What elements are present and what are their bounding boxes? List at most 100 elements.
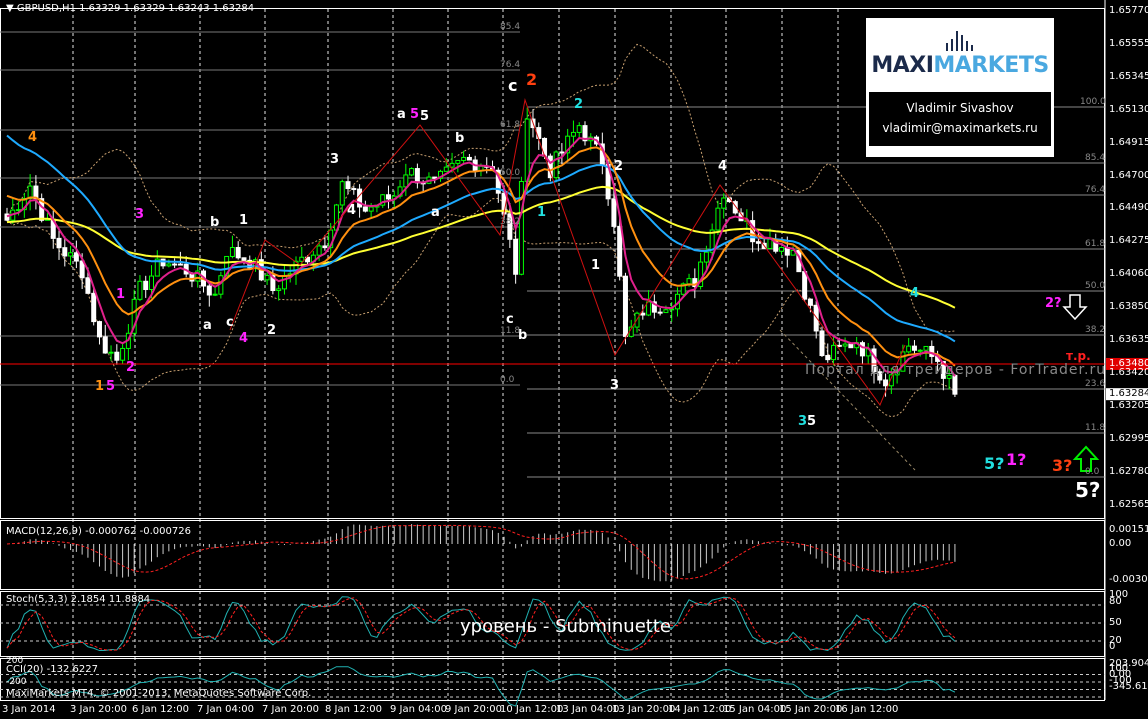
candle-body	[461, 156, 467, 161]
time-axis-label: 9 Jan 20:00	[445, 704, 502, 715]
candle-body	[703, 251, 709, 263]
candle-body	[807, 298, 813, 306]
wave-label: 4	[347, 203, 357, 218]
candle-body	[316, 245, 322, 256]
candle-body	[611, 198, 617, 227]
candle-body	[883, 379, 889, 387]
wave-label: 5	[807, 414, 817, 429]
down-arrow-icon	[1062, 294, 1088, 321]
author-email: vladimir@maximarkets.ru	[882, 121, 1038, 135]
candle-body	[166, 263, 172, 267]
time-axis-label: 16 Jan 12:00	[835, 704, 899, 715]
candle-body	[345, 181, 351, 190]
candle-body	[570, 131, 576, 137]
time-axis-label: 15 Jan 20:00	[779, 704, 843, 715]
candle-body	[779, 247, 785, 252]
candle-body	[149, 275, 154, 291]
wave-label: т.р.	[1066, 349, 1091, 363]
wave-label: 5	[410, 107, 420, 122]
fib-level-right: 100.0	[1080, 97, 1106, 107]
time-axis-label: 10 Jan 12:00	[500, 704, 564, 715]
fib-level-left: 38.2	[500, 217, 521, 227]
macd-label: MACD(12,26,9) -0.000762 -0.000726	[6, 526, 191, 537]
wave-label: 3?	[1052, 456, 1073, 475]
candle-body	[229, 247, 235, 257]
candle-body	[85, 277, 91, 294]
candle-body	[264, 274, 270, 281]
wave-label: 4	[239, 331, 249, 346]
wave-label: 4	[718, 159, 728, 174]
time-axis-label: 15 Jan 04:00	[723, 704, 787, 715]
candle-body	[368, 206, 374, 212]
cci-axis-label: -345.6168	[1109, 681, 1148, 692]
candle-body	[617, 225, 623, 277]
wave-label: a	[203, 318, 212, 333]
wave-label: c	[226, 315, 234, 330]
wave-label: a	[397, 107, 406, 122]
maximarkets-logo: MAXIMARKETS Vladimir Sivashov vladimir@m…	[866, 18, 1054, 157]
wave-label: 1	[239, 213, 249, 228]
wave-label: 1	[95, 379, 105, 394]
candle-body	[802, 271, 808, 300]
stoch-axis-label: 50	[1109, 617, 1122, 628]
candle-body	[842, 343, 848, 347]
time-axis-label: 13 Jan 04:00	[556, 704, 620, 715]
candle-body	[715, 207, 721, 231]
candle-body	[911, 345, 917, 351]
wave-label: 1	[116, 287, 126, 302]
macd-axis-label: -0.003041	[1109, 574, 1148, 585]
candle-body	[409, 168, 415, 176]
wave-label: 5?	[1075, 478, 1101, 502]
fib-level-right: 38.2	[1085, 325, 1106, 335]
time-axis-label: 8 Jan 12:00	[325, 704, 382, 715]
candle-body	[414, 168, 420, 184]
candle-body	[825, 355, 831, 361]
author-name: Vladimir Sivashov	[906, 101, 1014, 115]
candle-body	[206, 285, 212, 296]
candle-body	[813, 304, 819, 332]
price-axis-label: 1.63850	[1109, 301, 1148, 313]
candle-body	[235, 247, 241, 259]
fib-level-right: 61.8	[1085, 239, 1106, 249]
candle-body	[755, 241, 761, 244]
stoch-axis-label: 80	[1109, 596, 1122, 607]
candle-body	[848, 343, 854, 349]
candle-body	[120, 347, 126, 361]
candle-body	[906, 345, 912, 353]
candle-body	[559, 151, 565, 154]
fib-level-left: 76.4	[500, 60, 521, 70]
watermark: Портал для трейдеров - ForTrader.ru	[805, 362, 1107, 378]
candle-body	[622, 275, 628, 337]
price-axis-label: 1.62565	[1109, 498, 1148, 510]
candle-body	[923, 345, 929, 351]
wave-label: 1	[537, 205, 547, 220]
wave-label: 5	[420, 109, 430, 124]
candle-body	[241, 257, 247, 261]
candle-body	[385, 194, 391, 200]
candle-body	[819, 330, 825, 357]
candle-body	[351, 188, 357, 191]
wave-label: 2	[614, 159, 624, 174]
candle-body	[443, 166, 449, 172]
wave-label: 2	[126, 360, 136, 375]
wave-label: b	[210, 215, 220, 230]
wave-label: a	[431, 205, 440, 220]
fib-level-right: 23.6	[1085, 379, 1106, 389]
candle-body	[143, 280, 149, 291]
candle-body	[137, 280, 143, 300]
wave-label: 4	[910, 286, 920, 301]
fib-level-left: 85.4	[500, 22, 521, 32]
candle-body	[657, 311, 663, 314]
fib-level-left: 61.8	[500, 120, 521, 130]
candle-body	[455, 159, 461, 164]
logo-bars-icon	[869, 29, 1051, 51]
wave-label: 5	[106, 379, 116, 394]
cci-level-200: 200	[6, 656, 24, 666]
candle-body	[576, 125, 582, 133]
time-axis-label: 6 Jan 12:00	[132, 704, 189, 715]
candle-body	[721, 197, 727, 209]
wave-label: 2	[267, 323, 277, 338]
candle-body	[73, 252, 79, 262]
wave-label: 1	[591, 258, 601, 273]
candle-body	[524, 118, 530, 183]
